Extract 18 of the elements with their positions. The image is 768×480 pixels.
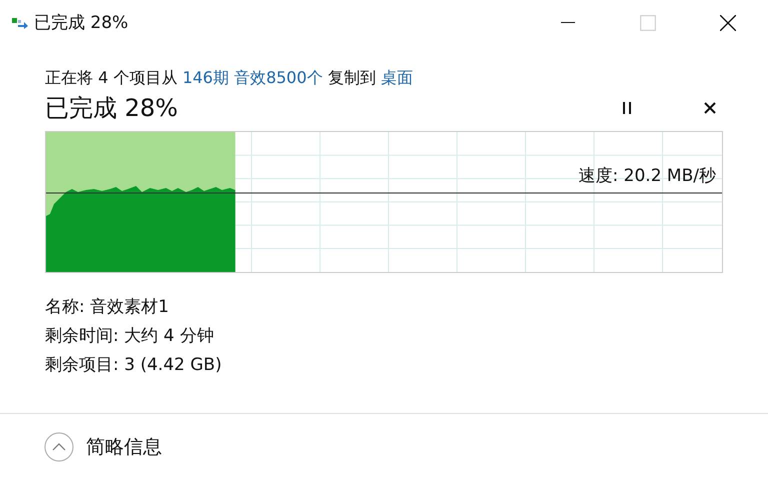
chevron-up-icon: [44, 432, 74, 462]
close-icon: [720, 14, 736, 30]
footer-label[interactable]: 简略信息: [86, 434, 162, 460]
detail-text: 剩余项目: 3 (4.42 GB): [45, 354, 223, 377]
copy-icon: [12, 16, 28, 28]
window-title: 已完成 28%: [34, 12, 128, 34]
detail-text: 剩余时间: 大约 4 分钟: [45, 325, 215, 348]
copy-description: 正在将 4 个项目从 146期 音效8500个 复制到 桌面: [45, 67, 414, 89]
collapse-toggle[interactable]: [44, 432, 74, 462]
speed-label: 速度: 20.2 MB/秒: [578, 165, 716, 187]
cancel-button[interactable]: [704, 102, 716, 114]
pause-button[interactable]: [622, 102, 632, 114]
minimize-icon: [561, 22, 575, 24]
folder-link[interactable]: 146期 音效8500个: [182, 68, 323, 87]
progress-status: 已完成 28%: [45, 93, 178, 124]
detail-text: 名称: 音效素材1: [45, 296, 170, 319]
maximize-icon: [640, 14, 656, 30]
folder-link[interactable]: 桌面: [380, 68, 413, 87]
